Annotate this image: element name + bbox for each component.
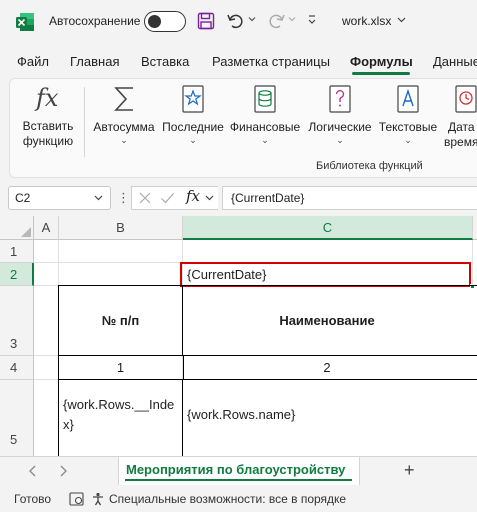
undo-dropdown-chevron-icon[interactable] xyxy=(248,15,256,23)
insert-function-label-1: Вставить xyxy=(22,119,74,133)
redo-icon[interactable] xyxy=(266,11,286,31)
cell-a2[interactable] xyxy=(34,263,59,286)
column-header-c[interactable]: C xyxy=(183,216,473,240)
cell-b4[interactable]: 1 xyxy=(58,356,183,380)
chevron-down-icon: ⌄ xyxy=(120,135,128,145)
cell-c5[interactable]: {work.Rows.name} xyxy=(182,379,477,456)
autosave-toggle[interactable] xyxy=(144,11,186,32)
add-sheet-button[interactable]: + xyxy=(404,460,415,481)
tab-file[interactable]: Файл xyxy=(17,54,49,69)
chevron-down-icon[interactable] xyxy=(205,195,214,201)
autosum-label: Автосумма xyxy=(93,120,155,134)
question-book-icon xyxy=(329,85,351,113)
scroll-left-icon[interactable] xyxy=(28,465,38,477)
save-icon[interactable] xyxy=(197,12,215,30)
financial-label: Финансовые xyxy=(229,120,301,134)
date-time-label-2: время xyxy=(444,135,477,149)
cell-b5[interactable]: {work.Rows.__Index} xyxy=(58,379,183,456)
chevron-down-icon[interactable] xyxy=(94,195,103,201)
insert-function-fx-icon[interactable]: fx xyxy=(186,187,200,205)
recent-label: Последние xyxy=(162,120,224,134)
tab-home[interactable]: Главная xyxy=(70,54,119,69)
sheet-tab-underline xyxy=(125,479,352,481)
tab-data[interactable]: Данные xyxy=(433,54,477,69)
insert-function-label-2: функцию xyxy=(22,134,74,148)
text-label: Текстовые xyxy=(378,120,438,134)
tab-page-layout[interactable]: Разметка страницы xyxy=(212,54,330,69)
chevron-down-icon: ⌄ xyxy=(189,135,197,145)
cell-a1[interactable] xyxy=(34,240,59,263)
sigma-icon xyxy=(114,87,133,111)
ribbon-divider xyxy=(84,87,85,157)
accessibility-status[interactable]: Специальные возможности: все в порядке xyxy=(109,492,346,506)
text-functions-button[interactable]: Текстовые ⌄ xyxy=(376,84,440,150)
status-ready: Готово xyxy=(14,492,52,506)
cell-a4[interactable] xyxy=(34,356,59,380)
row-header-3[interactable]: 3 xyxy=(0,286,34,356)
cell-a3[interactable] xyxy=(34,286,59,356)
customize-toolbar-icon[interactable] xyxy=(307,14,317,26)
autosum-button[interactable]: Автосумма ⌄ xyxy=(91,84,157,150)
cell-b3[interactable]: № п/п xyxy=(58,285,183,356)
cell-c1[interactable] xyxy=(183,240,473,263)
database-book-icon xyxy=(254,85,276,113)
formula-bar-grip-icon[interactable]: ⋮ xyxy=(117,190,130,206)
cell-c4[interactable]: 2 xyxy=(183,356,477,380)
fx-icon: fx xyxy=(36,84,59,112)
tab-formulas[interactable]: Формулы xyxy=(350,54,413,69)
column-header-b[interactable]: B xyxy=(59,216,183,240)
macro-record-icon[interactable] xyxy=(69,492,84,506)
logical-label: Логические xyxy=(308,120,372,134)
worksheet-grid: A B C 1 2 3 4 5 {CurrentDate} № п/п Наим… xyxy=(0,216,477,456)
cancel-icon[interactable] xyxy=(138,191,152,205)
tab-insert[interactable]: Вставка xyxy=(141,54,189,69)
column-header-a[interactable]: A xyxy=(34,216,59,240)
clock-book-icon xyxy=(455,85,477,113)
cell-c3[interactable]: Наименование xyxy=(182,285,477,356)
formula-input[interactable]: {CurrentDate} xyxy=(222,186,477,210)
column-header-d[interactable] xyxy=(473,216,477,240)
recent-functions-button[interactable]: Последние ⌄ xyxy=(160,84,226,150)
row-header-4[interactable]: 4 xyxy=(0,356,34,380)
row-header-5[interactable]: 5 xyxy=(0,380,34,456)
autosave-label: Автосохранение xyxy=(49,14,141,28)
star-book-icon xyxy=(182,85,204,113)
redo-dropdown-chevron-icon[interactable] xyxy=(288,15,296,23)
insert-function-button[interactable]: fx Вставить функцию xyxy=(12,84,84,152)
date-time-label-1: Дата xyxy=(448,120,475,134)
name-box-value: C2 xyxy=(15,191,31,205)
logical-functions-button[interactable]: Логические ⌄ xyxy=(304,84,376,150)
chevron-down-icon: ⌄ xyxy=(261,135,269,145)
chevron-down-icon: ⌄ xyxy=(336,135,344,145)
toggle-knob xyxy=(148,15,161,28)
row-header-2[interactable]: 2 xyxy=(0,263,34,286)
financial-functions-button[interactable]: Финансовые ⌄ xyxy=(228,84,302,150)
undo-icon[interactable] xyxy=(226,11,246,31)
text-book-icon xyxy=(397,85,419,113)
cell-a5[interactable] xyxy=(34,380,59,456)
date-time-functions-button[interactable]: Дата время xyxy=(441,84,477,150)
selected-cell-highlight xyxy=(180,262,471,287)
chevron-down-icon: ⌄ xyxy=(404,135,412,145)
file-name[interactable]: work.xlsx xyxy=(342,14,391,28)
cell-b2[interactable] xyxy=(59,263,183,286)
active-tab-indicator xyxy=(352,72,410,75)
sheet-tab-label: Мероприятия по благоустройству xyxy=(126,462,346,477)
scroll-right-icon[interactable] xyxy=(58,465,68,477)
enter-check-icon[interactable] xyxy=(160,191,175,205)
row-header-1[interactable]: 1 xyxy=(0,240,34,263)
select-all-corner[interactable] xyxy=(0,216,34,240)
select-all-triangle-icon xyxy=(21,227,31,237)
accessibility-icon[interactable] xyxy=(91,492,105,506)
excel-logo-icon xyxy=(16,13,34,31)
cell-b1[interactable] xyxy=(59,240,183,263)
chevron-down-icon[interactable] xyxy=(397,17,406,23)
ribbon-group-caption: Библиотека функций xyxy=(316,160,423,172)
